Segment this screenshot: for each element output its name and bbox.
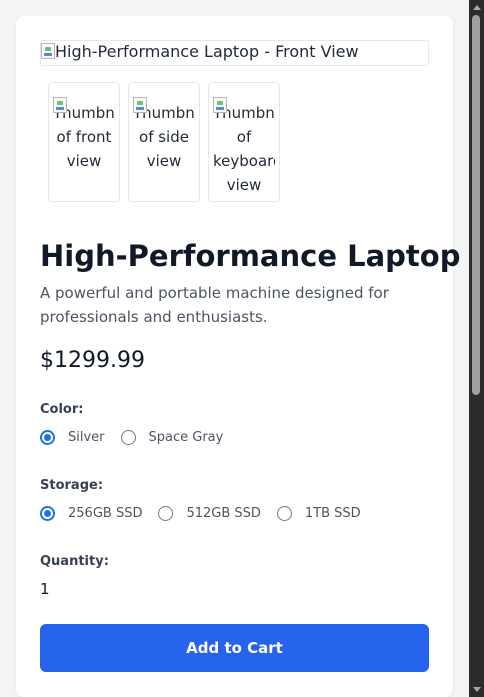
radio-unchecked-icon[interactable] (276, 506, 292, 521)
radio-checked-icon[interactable] (40, 506, 55, 521)
radio-unchecked-icon[interactable] (120, 430, 136, 445)
storage-option-label: 512GB SSD (186, 506, 261, 521)
color-option-space-gray[interactable]: Space Gray (120, 430, 224, 445)
radio-unchecked-icon[interactable] (158, 506, 174, 521)
color-options: Silver Space Gray (40, 430, 239, 445)
storage-option-label: 256GB SSD (68, 506, 143, 521)
thumbnail-gallery: Thumbnailof front view Thumbnailof side … (48, 82, 280, 202)
page: High-Performance Laptop - Front View Thu… (0, 0, 484, 697)
storage-option-1tb[interactable]: 1TB SSD (276, 506, 361, 521)
radio-checked-icon[interactable] (40, 430, 55, 445)
product-description: A powerful and portable machine designed… (40, 284, 389, 326)
thumbnail-keyboard[interactable]: Thumbnailof keyboard view (208, 82, 280, 202)
color-option-silver[interactable]: Silver (40, 430, 105, 445)
broken-image-icon (53, 97, 67, 113)
main-product-image: High-Performance Laptop - Front View (40, 40, 429, 66)
product-title: High-Performance Laptop (40, 239, 461, 273)
product-card: High-Performance Laptop - Front View Thu… (16, 16, 460, 697)
main-image-alt-text: High-Performance Laptop - Front View (55, 42, 359, 61)
product-price: $1299.99 (40, 348, 145, 373)
vertical-scrollbar[interactable] (469, 0, 484, 697)
color-label: Color: (40, 402, 84, 417)
quantity-label: Quantity: (40, 554, 109, 569)
storage-option-512gb[interactable]: 512GB SSD (158, 506, 261, 521)
storage-option-256gb[interactable]: 256GB SSD (40, 506, 142, 521)
broken-image-icon (213, 97, 227, 113)
color-option-label: Silver (68, 430, 105, 445)
scrollbar-thumb[interactable] (472, 15, 480, 395)
thumbnail-side[interactable]: Thumbnailof side view (128, 82, 200, 202)
broken-image-icon (41, 43, 55, 59)
quantity-input[interactable] (40, 578, 120, 600)
storage-label: Storage: (40, 478, 104, 493)
broken-image-icon (133, 97, 147, 113)
thumbnail-front[interactable]: Thumbnailof front view (48, 82, 120, 202)
storage-option-label: 1TB SSD (304, 506, 361, 521)
storage-options: 256GB SSD 512GB SSD 1TB SSD (40, 506, 377, 521)
add-to-cart-button[interactable]: Add to Cart (40, 624, 429, 672)
scroll-up-arrow-icon[interactable] (473, 5, 481, 10)
color-option-label: Space Gray (148, 430, 224, 445)
scroll-down-arrow-icon[interactable] (473, 687, 481, 692)
